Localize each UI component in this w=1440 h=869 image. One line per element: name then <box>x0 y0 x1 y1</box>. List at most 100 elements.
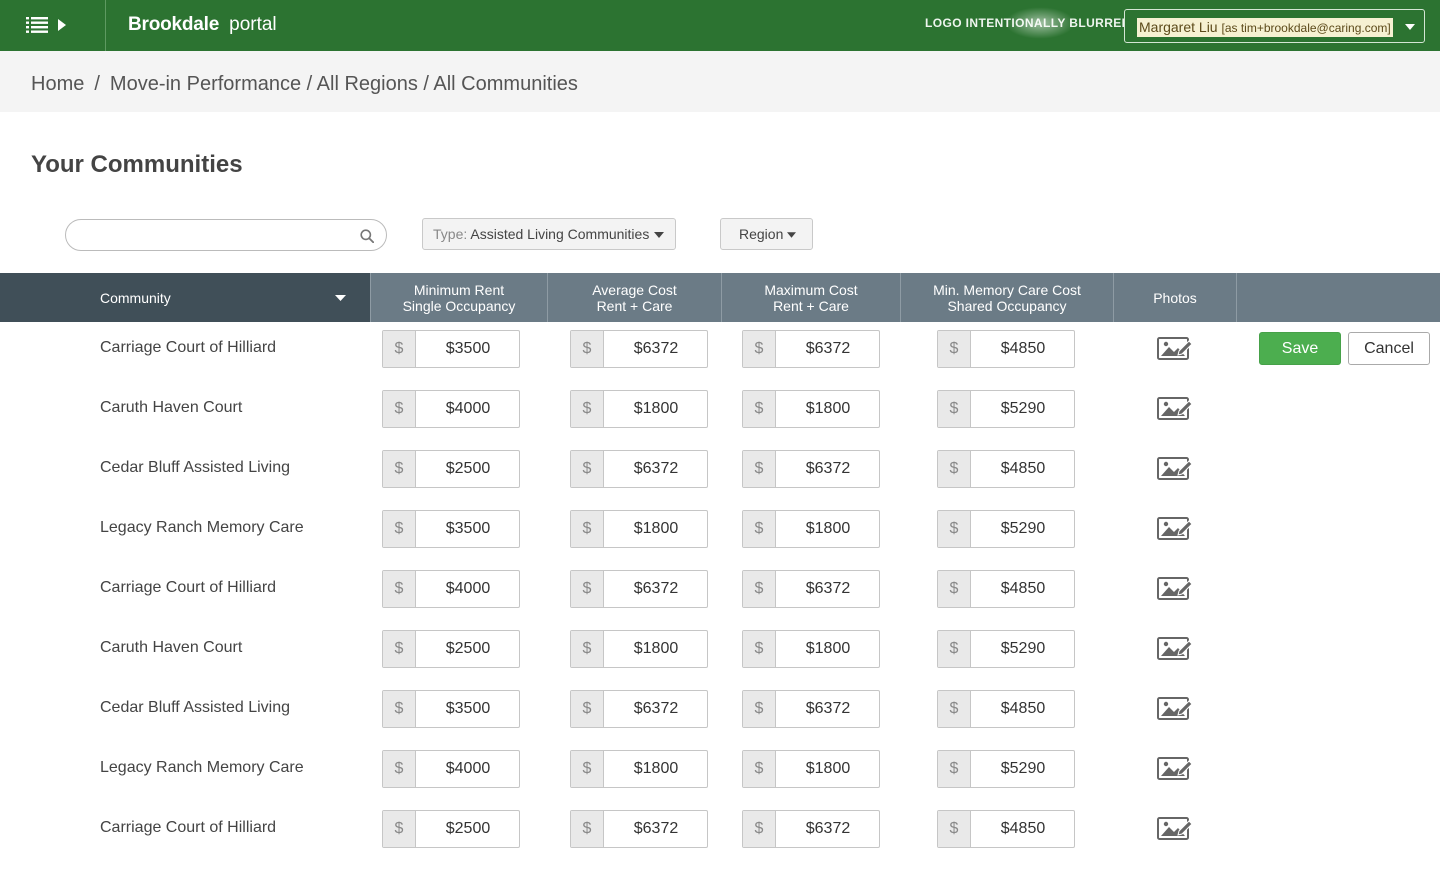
brand-name: Brookdale <box>128 14 220 35</box>
min-rent-group: $ <box>382 690 520 728</box>
currency-addon: $ <box>571 511 604 547</box>
photo-edit-icon[interactable] <box>1156 694 1194 722</box>
memory-care-cost-input[interactable] <box>972 811 1074 847</box>
photo-edit-icon[interactable] <box>1156 754 1194 782</box>
breadcrumb-path[interactable]: Move-in Performance / All Regions / All … <box>110 73 578 95</box>
list-icon <box>26 17 48 33</box>
memory-care-cost-input[interactable] <box>972 511 1074 547</box>
community-name[interactable]: Carriage Court of Hilliard <box>100 338 276 358</box>
breadcrumb-home-link[interactable]: Home <box>31 73 84 95</box>
min-rent-input[interactable] <box>417 691 519 727</box>
column-header-photos-label: Photos <box>1153 289 1197 306</box>
photo-edit-icon[interactable] <box>1156 334 1194 362</box>
memory-care-cost-group: $ <box>937 330 1075 368</box>
column-header-max-cost: Maximum Cost Rent + Care <box>722 273 901 322</box>
menu-toggle-button[interactable] <box>0 0 106 51</box>
min-rent-input[interactable] <box>417 811 519 847</box>
photo-edit-icon[interactable] <box>1156 574 1194 602</box>
brand-logo[interactable]: Brookdale portal <box>128 13 277 37</box>
avg-cost-group: $ <box>570 510 708 548</box>
community-name[interactable]: Carriage Court of Hilliard <box>100 818 276 838</box>
avg-cost-input[interactable] <box>605 331 707 367</box>
save-button[interactable]: Save <box>1259 332 1341 365</box>
region-filter-dropdown[interactable]: Region <box>720 218 813 250</box>
column-header-line: Min. Memory Care Cost <box>933 281 1081 298</box>
community-name[interactable]: Legacy Ranch Memory Care <box>100 758 304 778</box>
avg-cost-input[interactable] <box>605 751 707 787</box>
community-name[interactable]: Cedar Bluff Assisted Living <box>100 458 290 478</box>
max-cost-group: $ <box>742 450 880 488</box>
avg-cost-input[interactable] <box>605 571 707 607</box>
column-header-line: Shared Occupancy <box>947 297 1067 314</box>
max-cost-input[interactable] <box>777 691 879 727</box>
currency-addon: $ <box>383 571 416 607</box>
min-rent-group: $ <box>382 750 520 788</box>
photo-edit-icon[interactable] <box>1156 514 1194 542</box>
avg-cost-input[interactable] <box>605 811 707 847</box>
min-rent-group: $ <box>382 390 520 428</box>
currency-addon: $ <box>938 751 971 787</box>
currency-addon: $ <box>383 331 416 367</box>
search-input[interactable] <box>80 226 350 246</box>
min-rent-input[interactable] <box>417 631 519 667</box>
memory-care-cost-input[interactable] <box>972 331 1074 367</box>
community-name[interactable]: Cedar Bluff Assisted Living <box>100 698 290 718</box>
avg-cost-group: $ <box>570 450 708 488</box>
column-header-line: Minimum Rent <box>413 281 505 298</box>
community-name[interactable]: Caruth Haven Court <box>100 638 242 658</box>
max-cost-input[interactable] <box>777 571 879 607</box>
max-cost-input[interactable] <box>777 751 879 787</box>
caret-down-icon <box>1405 24 1415 30</box>
max-cost-input[interactable] <box>777 331 879 367</box>
min-rent-input[interactable] <box>417 391 519 427</box>
community-name[interactable]: Caruth Haven Court <box>100 398 242 418</box>
avg-cost-input[interactable] <box>605 631 707 667</box>
currency-addon: $ <box>743 811 776 847</box>
avg-cost-input[interactable] <box>605 511 707 547</box>
column-header-line: Average Cost <box>592 281 677 298</box>
memory-care-cost-input[interactable] <box>972 691 1074 727</box>
currency-addon: $ <box>938 571 971 607</box>
memory-care-cost-input[interactable] <box>972 631 1074 667</box>
community-name[interactable]: Carriage Court of Hilliard <box>100 578 276 598</box>
memory-care-cost-input[interactable] <box>972 451 1074 487</box>
min-rent-input[interactable] <box>417 751 519 787</box>
search-icon[interactable] <box>360 229 374 243</box>
caret-down-icon <box>654 232 664 238</box>
memory-care-cost-input[interactable] <box>972 571 1074 607</box>
photo-edit-icon[interactable] <box>1156 814 1194 842</box>
sort-caret-icon[interactable] <box>335 295 346 301</box>
search-field[interactable] <box>65 219 387 251</box>
max-cost-input[interactable] <box>777 631 879 667</box>
user-account-dropdown[interactable]: Margaret Liu [as tim+brookdale@caring.co… <box>1124 9 1425 43</box>
max-cost-input[interactable] <box>777 511 879 547</box>
max-cost-input[interactable] <box>777 391 879 427</box>
avg-cost-input[interactable] <box>605 391 707 427</box>
min-rent-input[interactable] <box>417 451 519 487</box>
community-name[interactable]: Legacy Ranch Memory Care <box>100 518 304 538</box>
table-row: Cedar Bluff Assisted Living $ $ $ $ <box>0 442 1440 502</box>
max-cost-input[interactable] <box>777 811 879 847</box>
memory-care-cost-input[interactable] <box>972 751 1074 787</box>
memory-care-cost-input[interactable] <box>972 391 1074 427</box>
column-header-community[interactable]: Community <box>0 273 371 322</box>
max-cost-input[interactable] <box>777 451 879 487</box>
min-rent-input[interactable] <box>417 571 519 607</box>
type-filter-prefix: Type: <box>433 226 468 242</box>
avg-cost-input[interactable] <box>605 451 707 487</box>
photo-edit-icon[interactable] <box>1156 634 1194 662</box>
type-filter-dropdown[interactable]: Type: Assisted Living Communities <box>422 218 676 250</box>
min-rent-group: $ <box>382 810 520 848</box>
min-rent-input[interactable] <box>417 331 519 367</box>
photo-edit-icon[interactable] <box>1156 394 1194 422</box>
photo-edit-icon[interactable] <box>1156 454 1194 482</box>
cancel-button[interactable]: Cancel <box>1348 332 1430 365</box>
max-cost-group: $ <box>742 390 880 428</box>
currency-addon: $ <box>938 631 971 667</box>
currency-addon: $ <box>938 511 971 547</box>
caret-down-icon <box>787 232 796 238</box>
min-rent-input[interactable] <box>417 511 519 547</box>
avg-cost-group: $ <box>570 630 708 668</box>
table-row: Cedar Bluff Assisted Living $ $ $ $ <box>0 682 1440 742</box>
avg-cost-input[interactable] <box>605 691 707 727</box>
